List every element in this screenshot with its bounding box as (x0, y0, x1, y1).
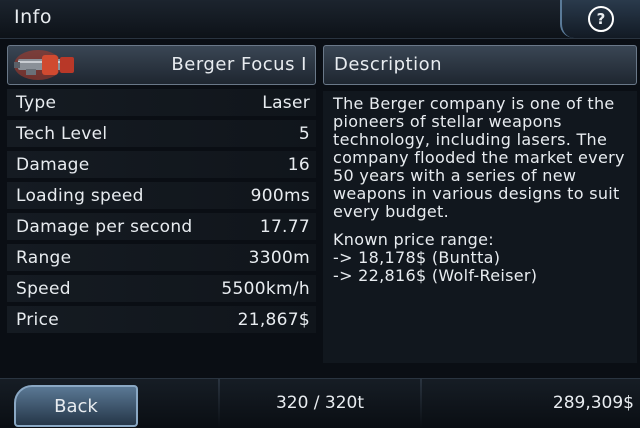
stat-value: 5 (298, 123, 310, 144)
stat-label: Damage (16, 154, 90, 175)
page-title: Info (14, 6, 52, 28)
stat-label: Price (16, 309, 59, 330)
stat-value: 17.77 (259, 216, 310, 237)
price-line: -> 18,178$ (Buntta) (333, 248, 501, 267)
stat-label: Range (16, 247, 72, 268)
stat-row-price: Price 21,867$ (7, 306, 316, 333)
weapon-header: Berger Focus I (7, 45, 316, 85)
stat-label: Speed (16, 278, 71, 299)
stat-value: 3300m (248, 247, 310, 268)
stat-value: 900ms (250, 185, 310, 206)
description-text: The Berger company is one of the pioneer… (333, 94, 625, 221)
divider (420, 379, 422, 428)
stat-label: Damage per second (16, 216, 193, 237)
money-balance: 289,309$ (552, 393, 634, 413)
weapon-stats-panel: Berger Focus I Type Laser Tech Level 5 D… (7, 45, 316, 333)
back-button[interactable]: Back (14, 385, 138, 427)
stat-row-damage: Damage 16 (7, 151, 316, 178)
stat-label: Type (16, 92, 57, 113)
stat-row-type: Type Laser (7, 89, 316, 116)
stat-value: 16 (287, 154, 310, 175)
top-bar: Info ? (0, 0, 640, 39)
laser-gun-icon (14, 50, 74, 80)
help-icon: ? (588, 6, 614, 32)
stat-row-damage-per-second: Damage per second 17.77 (7, 213, 316, 240)
stat-row-speed: Speed 5500km/h (7, 275, 316, 302)
price-line: -> 22,816$ (Wolf-Reiser) (333, 266, 538, 285)
stat-row-tech-level: Tech Level 5 (7, 120, 316, 147)
stat-row-loading-speed: Loading speed 900ms (7, 182, 316, 209)
price-range: Known price range: -> 18,178$ (Buntta) -… (323, 221, 637, 285)
cargo-capacity: 320 / 320t (275, 393, 365, 413)
stat-value: 5500km/h (221, 278, 310, 299)
price-range-title: Known price range: (333, 230, 494, 249)
stat-value: 21,867$ (237, 309, 310, 330)
description-body[interactable]: The Berger company is one of the pioneer… (323, 91, 637, 363)
stat-label: Tech Level (16, 123, 108, 144)
weapon-name: Berger Focus I (171, 54, 307, 75)
stat-label: Loading speed (16, 185, 144, 206)
description-header: Description (323, 45, 637, 85)
bottom-bar: Back 320 / 320t 289,309$ (0, 378, 640, 428)
description-panel: Description The Berger company is one of… (323, 45, 637, 363)
help-button[interactable]: ? (560, 0, 640, 38)
divider (218, 379, 220, 428)
stat-row-range: Range 3300m (7, 244, 316, 271)
stat-value: Laser (262, 92, 310, 113)
